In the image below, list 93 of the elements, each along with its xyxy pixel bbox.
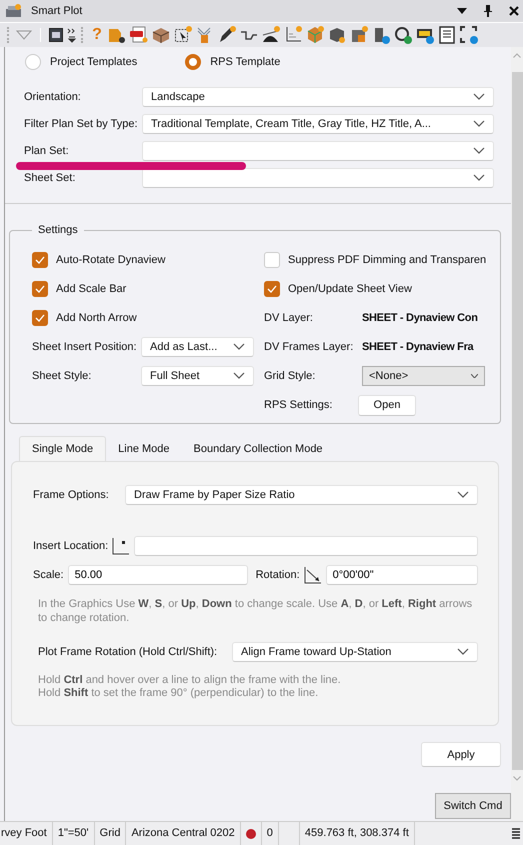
chevron-down-icon — [233, 343, 245, 351]
dropdown[interactable]: <None> — [362, 366, 485, 386]
overflow-icon[interactable] — [67, 27, 77, 43]
plotter-icon — [5, 3, 23, 19]
frame-plus-icon[interactable] — [416, 26, 434, 44]
checkbox[interactable] — [264, 252, 280, 268]
sheet-icon[interactable] — [438, 26, 456, 44]
block-icon[interactable] — [350, 26, 368, 44]
hint-text: In the Graphics Use W, S, or Up, Down to change scale. Use A, D, or Left, Right arrows to change rotation. — [38, 597, 474, 625]
circle-plus-icon[interactable] — [394, 26, 412, 44]
field-label: Orientation: — [24, 90, 82, 102]
checkbox-label: Auto-Rotate Dynaview — [56, 254, 166, 266]
field-label: Sheet Set: — [24, 172, 76, 184]
field-label: Plot Frame Rotation (Hold Ctrl/Shift): — [38, 646, 218, 658]
field-value: SHEET - Dynaview Con — [362, 312, 478, 324]
field-value: SHEET - Dynaview Fra — [362, 341, 474, 353]
dropdown[interactable] — [142, 168, 494, 188]
dropdown[interactable]: Add as Last... — [141, 337, 254, 357]
check-icon — [35, 285, 45, 293]
radio-button[interactable] — [25, 54, 41, 70]
tab[interactable]: Single Mode — [19, 436, 106, 461]
box-icon[interactable] — [152, 26, 170, 44]
dropdown[interactable]: Align Frame toward Up-Station — [232, 642, 478, 662]
chevron-down-icon — [473, 174, 485, 182]
input-field[interactable] — [134, 536, 478, 556]
checkbox[interactable] — [264, 281, 280, 297]
chevron-down-icon — [233, 372, 245, 380]
chevron-down-icon — [473, 146, 485, 154]
column-plus-icon[interactable] — [372, 26, 390, 44]
field-label: Filter Plan Set by Type: — [24, 118, 139, 130]
field-label: Sheet Insert Position: — [32, 341, 138, 353]
field-label: RPS Settings: — [264, 399, 334, 411]
checkbox[interactable] — [32, 252, 48, 268]
status-cell: rvey Foot — [0, 822, 53, 845]
corner-point-icon[interactable] — [112, 536, 130, 554]
grip-icon[interactable] — [512, 826, 520, 840]
angle-icon[interactable] — [304, 566, 322, 584]
field-label: Insert Location: — [33, 540, 108, 552]
hint-text: Hold Shift to set the frame 90° (perpendicular) to the line. — [38, 687, 320, 700]
hill-icon[interactable] — [262, 26, 280, 44]
check-icon — [35, 314, 45, 322]
checkbox[interactable] — [32, 281, 48, 297]
switch-command-button[interactable]: Switch Cmd — [435, 793, 511, 819]
pin-icon[interactable] — [483, 5, 493, 17]
field-label: Plan Set: — [24, 144, 70, 156]
grid-plus-icon[interactable] — [460, 26, 478, 44]
field-label: DV Layer: — [264, 312, 314, 324]
status-cell: Arizona Central 0202 — [126, 822, 241, 845]
dropdown[interactable]: Traditional Template, Cream Title, Gray Title, HZ Title, A... — [142, 114, 494, 134]
hint-text: Hold Ctrl and hover over a line to align the frame with the line. — [38, 674, 342, 687]
field-label: DV Frames Layer: — [264, 341, 354, 353]
block-icon[interactable] — [328, 26, 346, 44]
checkbox-label: Add Scale Bar — [56, 283, 126, 295]
check-icon — [35, 256, 45, 264]
field-label: Scale: — [33, 568, 64, 580]
close-icon[interactable] — [509, 6, 519, 16]
field-label: Rotation: — [256, 568, 300, 580]
terminal-icon[interactable] — [49, 28, 63, 42]
dropdown[interactable]: Landscape — [142, 86, 494, 106]
dropdown[interactable]: Draw Frame by Paper Size Ratio — [125, 484, 478, 504]
checkbox[interactable] — [32, 310, 48, 326]
status-cell: 459.763 ft, 308.374 ft — [300, 822, 415, 845]
check-icon — [267, 285, 277, 293]
apply-button[interactable]: Apply — [421, 742, 501, 767]
dropdown-icon[interactable] — [457, 8, 467, 14]
chevron-down-icon — [473, 120, 485, 128]
open-button[interactable]: Open — [358, 394, 416, 416]
checkbox-label: Add North Arrow — [56, 312, 137, 324]
chevron-down-icon — [457, 490, 469, 498]
input-field[interactable]: 50.00 — [68, 564, 248, 584]
group-title: Settings — [37, 224, 79, 236]
window-title: Smart Plot — [31, 5, 82, 17]
field-label: Frame Options: — [33, 488, 110, 500]
chevron-down-icon — [457, 648, 469, 656]
caret-icon — [471, 374, 478, 378]
pointer-icon[interactable] — [174, 26, 192, 44]
tab[interactable]: Line Mode — [106, 437, 182, 461]
radio-button[interactable] — [185, 54, 202, 70]
axes-icon[interactable] — [284, 26, 302, 44]
checkbox-label: Open/Update Sheet View — [288, 283, 412, 295]
status-cell: 1"=50' — [52, 822, 95, 845]
chevron-down-icon — [473, 92, 485, 100]
field-label: Sheet Style: — [32, 370, 92, 382]
checkbox-label: Suppress PDF Dimming and Transparen — [288, 254, 486, 266]
status-cell: 0 — [262, 822, 279, 845]
radio-label: RPS Template — [210, 56, 280, 68]
tab[interactable]: Boundary Collection Mode — [182, 437, 335, 461]
dropdown[interactable]: Full Sheet — [141, 366, 254, 386]
input-field[interactable]: 0°00'00" — [326, 564, 478, 584]
field-label: Grid Style: — [264, 370, 316, 382]
radio-label: Project Templates — [50, 56, 138, 68]
status-cell: Grid — [94, 822, 126, 845]
pencil-icon[interactable] — [218, 26, 236, 44]
